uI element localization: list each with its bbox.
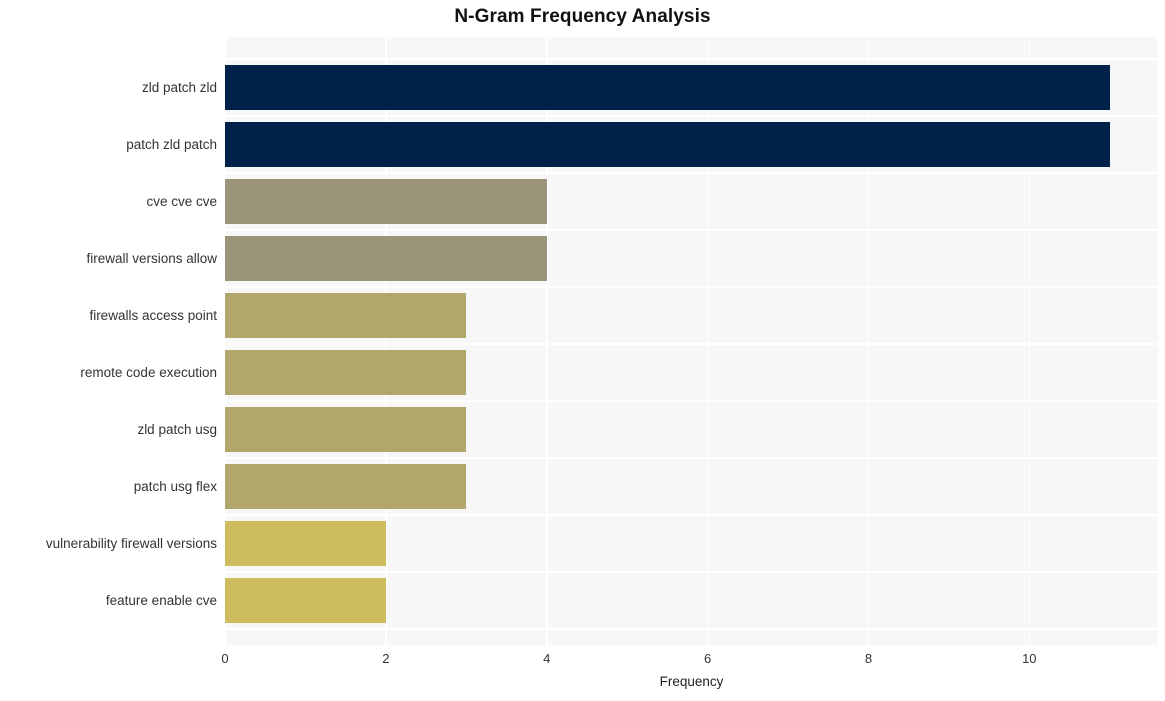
horizontal-gridline <box>225 115 1158 117</box>
y-axis-tick-label: feature enable cve <box>105 592 217 608</box>
horizontal-gridline <box>225 286 1158 288</box>
bar[interactable] <box>225 578 386 623</box>
horizontal-gridline <box>225 628 1158 630</box>
x-axis-tick-label: 8 <box>864 651 873 666</box>
y-axis-tick-label: vulnerability firewall versions <box>45 535 217 551</box>
horizontal-gridline <box>225 58 1158 60</box>
y-axis-tick-label: patch zld patch <box>126 136 217 152</box>
x-axis-tick-label: 6 <box>703 651 712 666</box>
bar[interactable] <box>225 293 467 338</box>
chart-title: N-Gram Frequency Analysis <box>454 6 711 27</box>
y-axis-tick-label: firewall versions allow <box>86 250 217 266</box>
horizontal-gridline <box>225 172 1158 174</box>
x-axis-tick-label: 10 <box>1022 651 1037 666</box>
bar[interactable] <box>225 350 467 395</box>
horizontal-gridline <box>225 343 1158 345</box>
horizontal-gridline <box>225 457 1158 459</box>
x-axis-tick-label: 4 <box>543 651 551 666</box>
y-axis-tick-label: patch usg flex <box>133 478 217 494</box>
y-axis-tick-label: zld patch usg <box>137 421 217 437</box>
bar[interactable] <box>225 65 1110 110</box>
x-axis-label: Frequency <box>659 674 724 689</box>
x-axis-tick-label: 2 <box>382 651 390 666</box>
plot-area <box>225 37 1158 645</box>
y-axis-tick-label: firewalls access point <box>89 307 217 323</box>
horizontal-gridline <box>225 514 1158 516</box>
y-axis-tick-label: remote code execution <box>80 364 217 380</box>
bar[interactable] <box>225 236 547 281</box>
horizontal-gridline <box>225 229 1158 231</box>
y-axis-tick-label: cve cve cve <box>146 193 217 209</box>
x-axis-tick-label: 0 <box>221 651 229 666</box>
bar[interactable] <box>225 122 1110 167</box>
bar[interactable] <box>225 407 467 452</box>
y-axis-tick-label: zld patch zld <box>141 79 217 95</box>
bar[interactable] <box>225 179 547 224</box>
bar[interactable] <box>225 521 386 566</box>
chart-figure: N-Gram Frequency Analysis zld patch zld p… <box>0 0 1165 701</box>
horizontal-gridline <box>225 571 1158 573</box>
bar[interactable] <box>225 464 467 509</box>
horizontal-gridline <box>225 400 1158 402</box>
